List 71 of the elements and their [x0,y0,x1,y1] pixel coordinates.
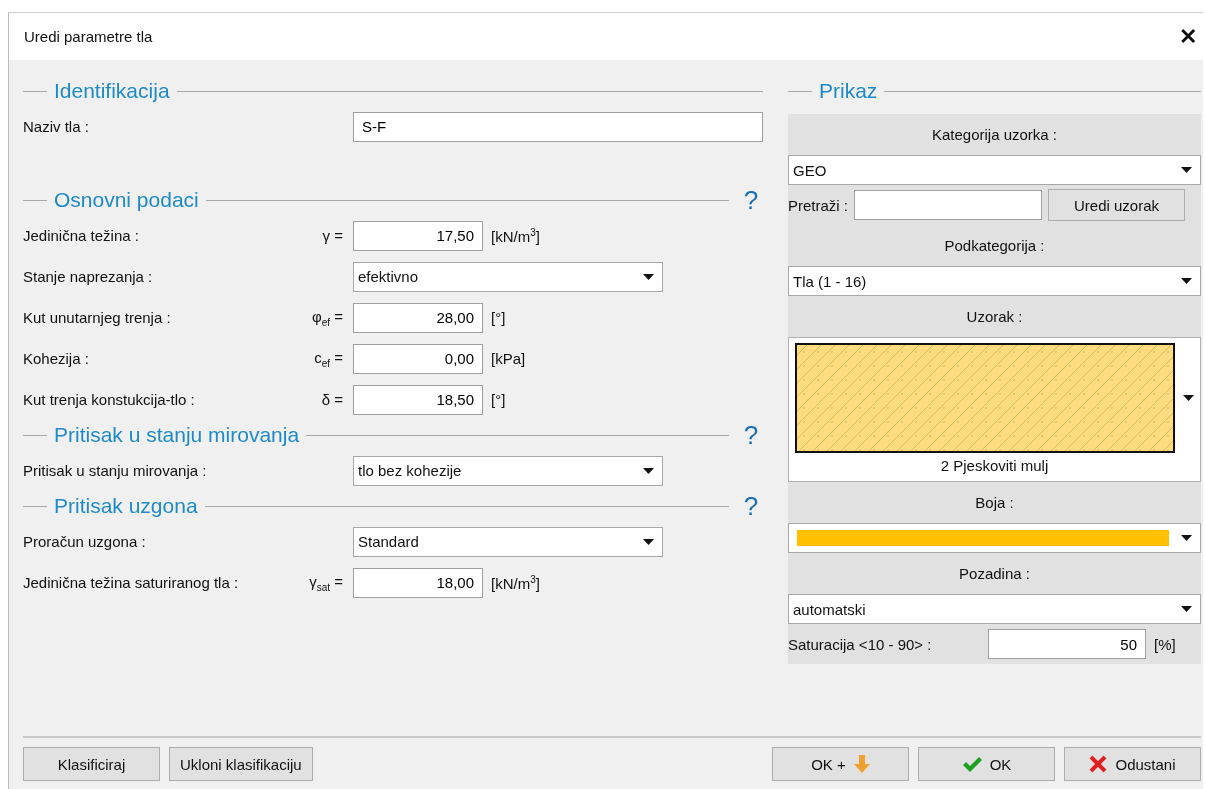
field-label: Stanje naprezanja : [23,268,153,285]
panel-heading: Pozadina : [959,565,1030,582]
footer-button[interactable]: Odustani [1064,747,1201,781]
caret-icon [1181,535,1192,541]
color-dropdown[interactable] [788,523,1201,553]
help-button[interactable]: ? [739,184,763,216]
input-field[interactable]: 17,50 [353,220,483,251]
symbol-label: φ$_{ef}$ = [312,307,343,328]
caret-icon [1181,278,1192,284]
footer-button[interactable]: Klasificiraj [23,747,160,781]
dropdown[interactable]: automatski [788,594,1201,624]
dropdown[interactable]: tlo bez kohezije [353,455,663,486]
check-icon [961,756,982,772]
symbol-label: c$_{ef}$ = [314,348,343,369]
window-title: Uredi parametre tla [24,28,153,45]
input-field[interactable]: 0,00 [353,343,483,374]
field-label: Jedinična težina : [23,227,139,244]
dropdown[interactable]: GEO [788,155,1201,185]
edit-pattern-button[interactable]: Uredi uzorak [1048,189,1185,221]
unit-label: [kN/m$^{3}$] [491,226,540,245]
section-title: Identifikacija [54,79,170,103]
section-title: Osnovni podaci [54,188,199,212]
help-button[interactable]: ? [739,490,763,522]
input-field[interactable]: 18,50 [353,384,483,415]
close-button[interactable]: ✕ [1179,23,1197,50]
unit-label: [kN/m$^{3}$] [491,573,540,592]
panel-heading: Kategorija uzorka : [931,126,1058,143]
dropdown[interactable]: Tla (1 - 16) [788,266,1201,296]
input-field[interactable]: S-F [353,111,763,142]
help-button[interactable]: ? [739,419,763,451]
symbol-label: γ = [322,227,343,244]
footer-button[interactable]: Ukloni klasifikaciju [169,747,313,781]
field-label: Jedinična težina saturiranog tla : [23,574,239,591]
caret-icon [1183,395,1194,401]
panel-heading: Uzorak : [966,308,1023,325]
field-label: Kut unutarnjeg trenja : [23,309,171,326]
footer-button[interactable]: OK [918,747,1055,781]
field-label: Pritisak u stanju mirovanja : [23,462,207,479]
field-label: Kohezija : [23,350,89,367]
symbol-label: γ$_{sat}$ = [309,572,343,593]
section-title: Prikaz [819,79,878,103]
symbol-label: δ = [321,391,343,408]
field-label: Saturacija <10 - 90> : [788,635,933,653]
section-title: Pritisak uzgona [54,494,198,518]
caret-icon [1181,606,1192,612]
pattern-picker[interactable]: 2 Pjeskoviti mulj [788,337,1201,482]
field-label: Kut trenja konstukcija-tlo : [23,391,195,408]
panel-heading: Podkategorija : [944,237,1045,254]
unit-label: [°] [491,391,506,408]
footer-button[interactable]: OK + [772,747,909,781]
input-field[interactable]: 50 [988,629,1146,659]
search-label: Pretraži : [788,196,848,214]
input-field[interactable]: 18,00 [353,567,483,598]
input-field[interactable]: 28,00 [353,302,483,333]
caret-icon [643,273,654,280]
pattern-caption: 2 Pjeskoviti mulj [940,457,1049,474]
unit-label: [%] [1154,635,1176,653]
panel-heading: Boja : [975,494,1014,511]
unit-label: [°] [491,309,506,326]
down-arrow-icon [853,755,870,773]
unit-label: [kPa] [491,350,526,367]
search-field[interactable] [854,190,1042,220]
close-icon [1089,755,1108,773]
caret-icon [1181,167,1192,173]
section-title: Pritisak u stanju mirovanja [54,423,300,447]
dropdown[interactable]: Standard [353,526,663,557]
field-label: Proračun uzgona : [23,533,146,550]
caret-icon [643,467,654,474]
field-label: Naziv tla : [23,118,89,135]
caret-icon [643,538,654,545]
dropdown[interactable]: efektivno [353,261,663,292]
